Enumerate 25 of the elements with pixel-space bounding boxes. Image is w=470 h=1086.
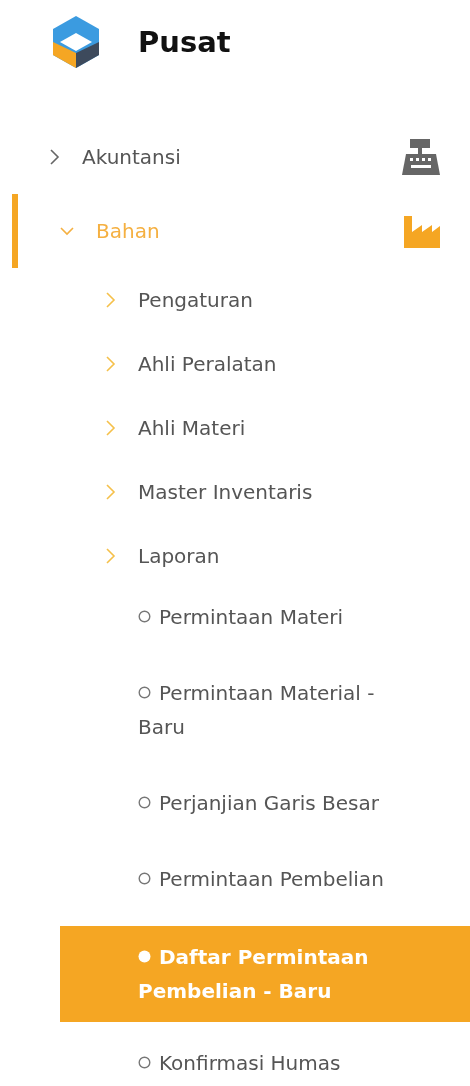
circle-icon	[138, 796, 151, 809]
submenu-item[interactable]: Ahli Materi	[138, 416, 246, 440]
report-link[interactable]: Permintaan Materi	[138, 600, 398, 634]
report-link[interactable]: Permintaan Pembelian	[138, 862, 398, 896]
circle-icon	[138, 686, 151, 699]
logo-icon	[50, 15, 102, 69]
circle-icon	[138, 1056, 151, 1069]
chevron-right-icon	[104, 291, 118, 309]
circle-icon	[138, 610, 151, 623]
chevron-right-icon	[104, 547, 118, 565]
filled-circle-icon	[138, 950, 151, 963]
chevron-right-icon	[104, 355, 118, 373]
submenu-item[interactable]: Pengaturan	[138, 288, 253, 312]
circle-icon	[138, 872, 151, 885]
brand-title: Pusat	[138, 25, 231, 59]
report-link[interactable]: Permintaan Material - Baru	[138, 676, 398, 744]
chevron-right-icon	[104, 483, 118, 501]
report-link[interactable]: Konfirmasi Humas	[138, 1046, 398, 1080]
submenu-item[interactable]: Laporan	[138, 544, 220, 568]
submenu-item[interactable]: Ahli Peralatan	[138, 352, 277, 376]
chevron-right-icon	[104, 419, 118, 437]
report-link[interactable]: Perjanjian Garis Besar	[138, 786, 398, 820]
submenu-item[interactable]: Master Inventaris	[138, 480, 313, 504]
menu-item[interactable]: Akuntansi	[82, 145, 400, 169]
cash-register-icon	[400, 138, 442, 176]
